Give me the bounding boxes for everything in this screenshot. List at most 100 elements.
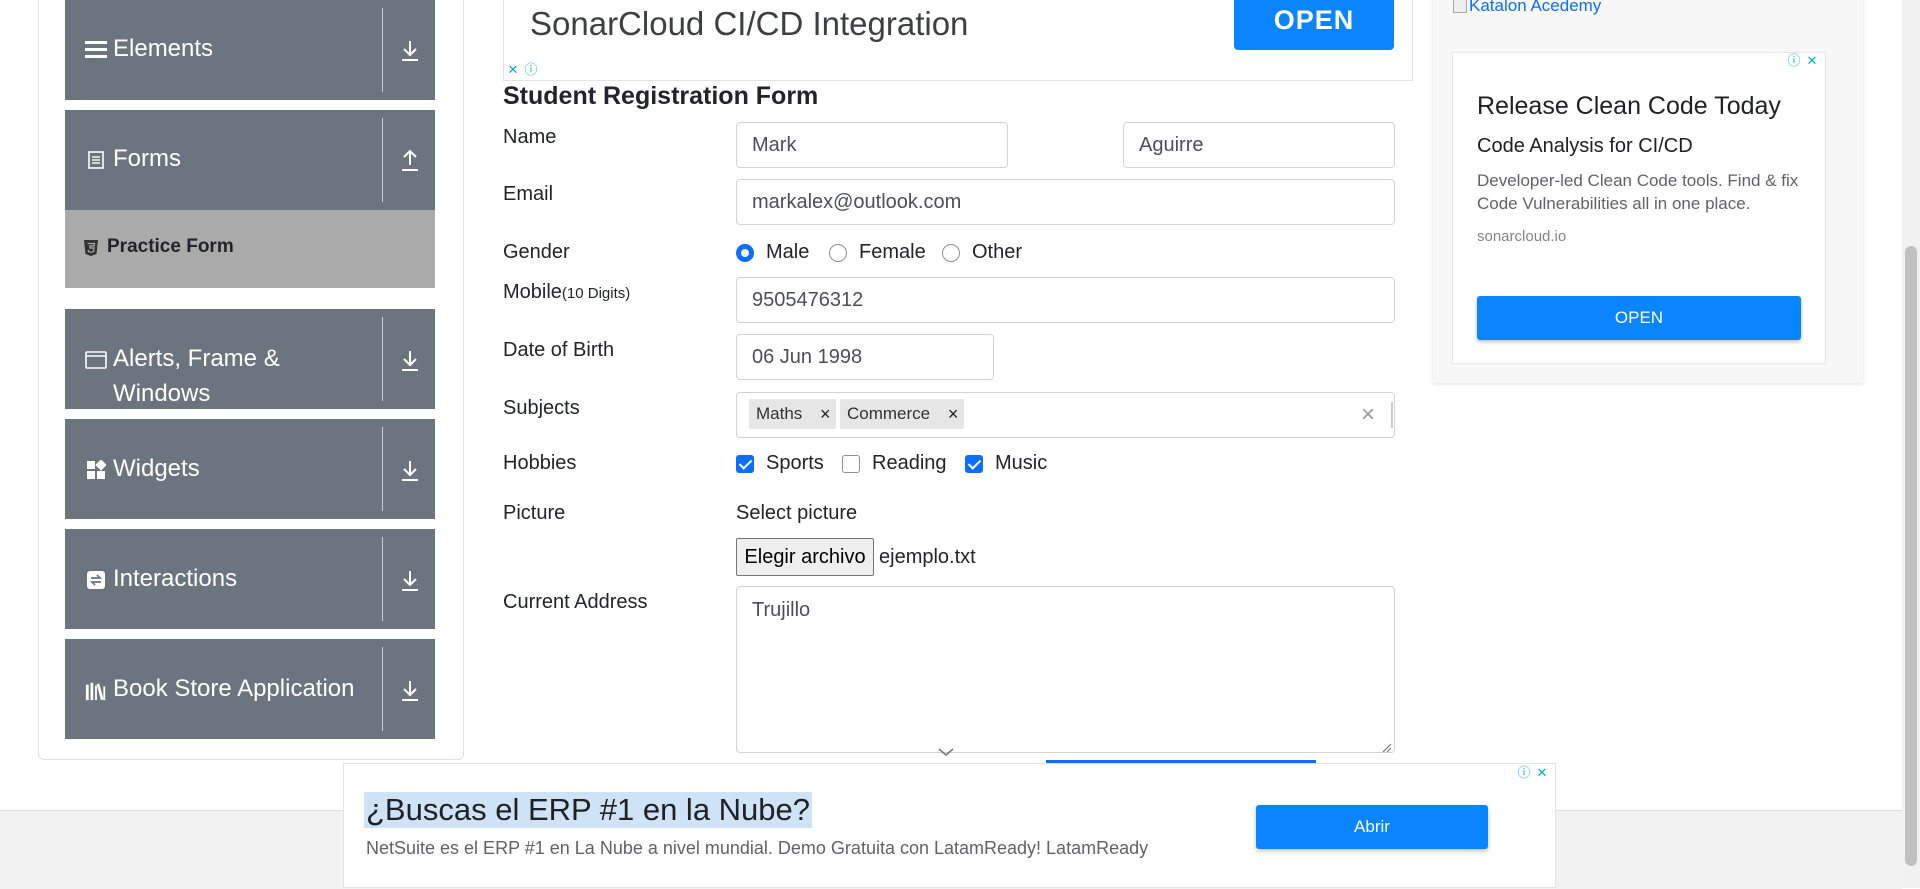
katalon-ad-image[interactable]: Katalon Acedemy [1453, 0, 1601, 16]
download-arrow-icon [395, 346, 425, 376]
ad-domain: sonarcloud.io [1477, 228, 1567, 245]
radio-button[interactable] [942, 243, 960, 262]
sidebar-group-label: Elements [113, 35, 214, 62]
current-address-textarea[interactable]: Trujillo [736, 586, 1395, 753]
ad-subheadline: Code Analysis for CI/CD [1477, 135, 1693, 157]
date-of-birth-input[interactable]: 06 Jun 1998 [736, 334, 994, 380]
close-icon[interactable]: ✕ [1804, 53, 1820, 69]
email-input[interactable]: markalex@outlook.com [736, 179, 1395, 225]
gender-radio-female[interactable]: Female [829, 241, 926, 264]
divider [382, 647, 383, 731]
sidebar-group-alerts[interactable]: Alerts, Frame & Windows [65, 309, 435, 409]
info-icon[interactable]: ⓘ [1786, 53, 1802, 69]
broken-image-icon [1453, 0, 1467, 13]
scrollbar-thumb[interactable] [1905, 246, 1917, 866]
ad-open-button[interactable]: OPEN [1477, 296, 1801, 340]
radio-button[interactable] [736, 243, 754, 262]
document-icon [85, 149, 107, 171]
resize-handle-icon[interactable] [1382, 740, 1392, 753]
checkbox[interactable] [842, 454, 860, 473]
mobile-label-text: Mobile [503, 281, 562, 303]
close-icon[interactable]: ✕ [505, 62, 521, 78]
picture-label: Picture [503, 502, 566, 524]
mobile-label: Mobile(10 Digits) [503, 281, 630, 304]
sidebar-group-forms[interactable]: Forms [65, 110, 435, 210]
chip-label: Commerce [847, 404, 931, 423]
radio-label: Other [972, 241, 1023, 263]
list-icon [85, 38, 107, 60]
info-icon[interactable]: ⓘ [523, 62, 539, 78]
download-arrow-icon [395, 676, 425, 706]
info-icon[interactable]: ⓘ [1516, 765, 1532, 781]
first-name-input[interactable]: Mark [736, 122, 1008, 168]
sidebar-group-book-store[interactable]: Book Store Application [65, 639, 435, 739]
gender-radio-other[interactable]: Other [942, 241, 1022, 264]
hobby-checkbox-music[interactable]: Music [965, 452, 1047, 475]
checkbox[interactable] [965, 454, 983, 473]
hobby-checkbox-sports[interactable]: Sports [736, 452, 824, 475]
choose-file-button[interactable]: Elegir archivo [736, 538, 874, 576]
window-icon [85, 349, 107, 371]
radio-label: Male [766, 241, 810, 263]
ad-title: SonarCloud CI/CD Integration [530, 5, 969, 42]
ad-choices[interactable]: ⓘ ✕ [1786, 53, 1820, 69]
last-name-input[interactable]: Aguirre [1123, 122, 1395, 168]
interactions-icon [85, 569, 107, 591]
divider [382, 427, 383, 511]
image-alt-text: Katalon Acedemy [1469, 0, 1602, 15]
chip-remove-icon[interactable]: × [814, 404, 836, 425]
ad-choices[interactable]: ✕ ⓘ [505, 62, 539, 78]
dob-label: Date of Birth [503, 339, 615, 361]
chip-remove-icon[interactable]: × [942, 404, 964, 425]
sidebar-group-label: Book Store Application [113, 675, 355, 702]
close-icon[interactable]: ✕ [1534, 765, 1550, 781]
upload-arrow-icon [395, 146, 425, 176]
download-arrow-icon [395, 566, 425, 596]
hobby-checkbox-reading[interactable]: Reading [842, 452, 947, 475]
divider [1391, 402, 1393, 428]
address-label: Current Address [503, 591, 648, 613]
selected-file-name: ejemplo.txt [879, 546, 976, 568]
ad-body: Developer-led Clean Code tools. Find & f… [1477, 171, 1799, 213]
divider [382, 118, 383, 202]
email-label: Email [503, 183, 554, 205]
widgets-icon [85, 459, 107, 481]
sidebar-item-label: Practice Form [107, 236, 234, 257]
right-ad-card[interactable]: Release Clean Code Today Code Analysis f… [1452, 52, 1826, 364]
name-label: Name [503, 126, 557, 148]
ad-open-button[interactable]: Abrir [1256, 805, 1488, 849]
subject-chip: Maths × [749, 399, 837, 429]
ad-headline: Release Clean Code Today [1477, 92, 1781, 120]
sidebar-group-elements[interactable]: Elements [65, 0, 435, 100]
books-icon [85, 680, 107, 702]
chevron-down-icon [937, 745, 955, 757]
radio-label: Female [859, 241, 926, 263]
checkbox-label: Reading [872, 452, 947, 474]
subject-chip: Commerce × [840, 399, 965, 429]
mobile-hint: (10 Digits) [561, 285, 631, 302]
divider [382, 8, 383, 92]
radio-button[interactable] [829, 243, 847, 262]
sidebar-item-practice-form[interactable]: Practice Form [65, 210, 435, 288]
sidebar-group-label: Forms [113, 145, 181, 172]
ad-choices[interactable]: ⓘ ✕ [1516, 765, 1550, 781]
checkbox[interactable] [736, 454, 754, 473]
divider [382, 317, 383, 401]
sidebar-group-widgets[interactable]: Widgets [65, 419, 435, 519]
download-arrow-icon [395, 36, 425, 66]
clear-all-icon[interactable]: × [1361, 401, 1375, 429]
subjects-label: Subjects [503, 397, 580, 419]
ad-body: NetSuite es el ERP #1 en La Nube a nivel… [366, 838, 1149, 858]
bottom-ad-banner[interactable]: ¿Buscas el ERP #1 en la Nube? NetSuite e… [343, 763, 1556, 888]
sidebar-group-label: Interactions [113, 565, 238, 592]
ad-open-button[interactable]: OPEN [1234, 0, 1394, 50]
gender-radio-male[interactable]: Male [736, 241, 809, 264]
checkbox-label: Sports [766, 452, 824, 474]
top-ad-banner[interactable]: SonarCloud CI/CD Integration OPEN [503, 0, 1413, 81]
sidebar-group-label-line2: Windows [113, 380, 211, 407]
mobile-input[interactable]: 9505476312 [736, 277, 1395, 323]
sidebar-group-label: Alerts, Frame & [113, 345, 280, 372]
sidebar-group-interactions[interactable]: Interactions [65, 529, 435, 629]
select-picture-label: Select picture [736, 502, 858, 524]
page-scrollbar[interactable] [1902, 0, 1920, 888]
